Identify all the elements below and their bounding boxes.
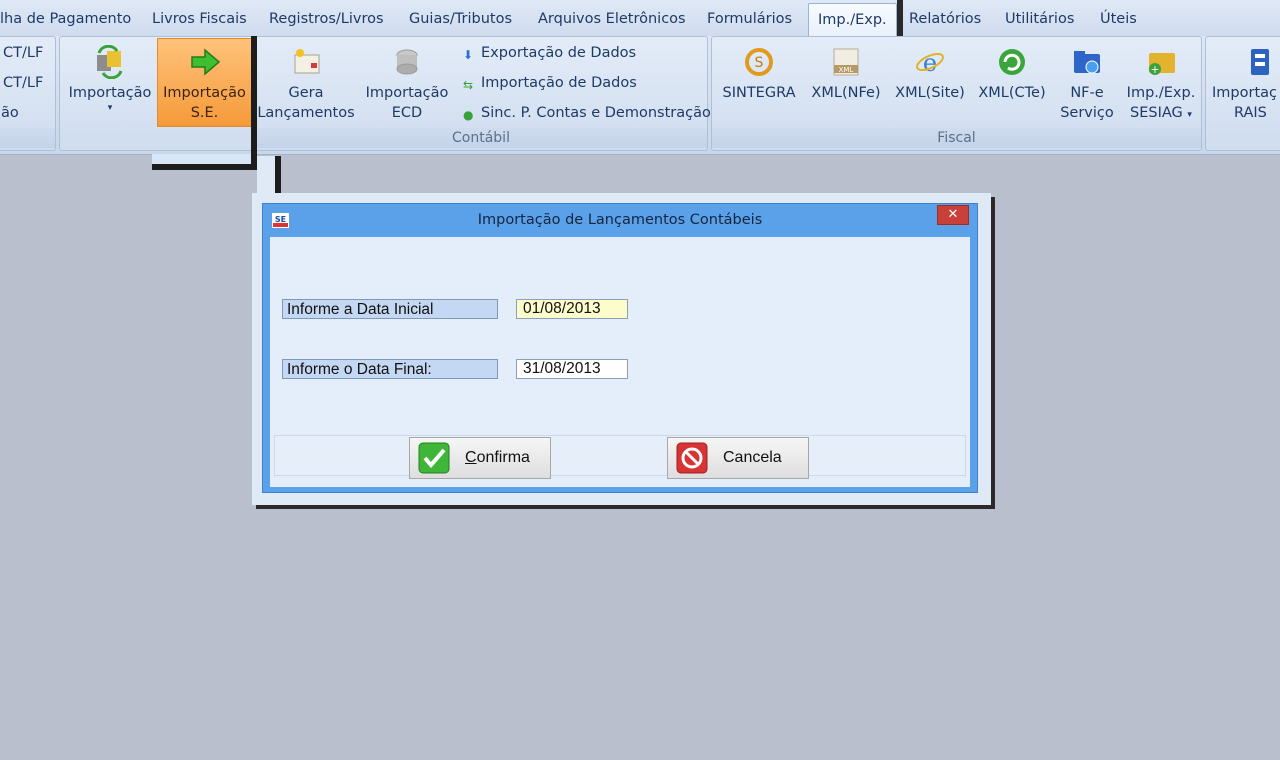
group-rais: Importaç RAIS <box>1205 36 1280 151</box>
importacao-se-label-1: Importação <box>163 85 246 101</box>
cancela-button[interactable]: Cancela <box>667 437 809 479</box>
sintegra-label: SINTEGRA <box>722 85 796 101</box>
tab-imp-exp[interactable]: Imp./Exp. <box>808 3 897 36</box>
rais-label-2: RAIS <box>1234 105 1267 121</box>
tab-folha-pagamento[interactable]: lha de Pagamento <box>0 4 131 34</box>
rais-book-icon <box>1251 49 1269 75</box>
document-stamp-icon <box>294 49 320 74</box>
refresh-green-icon <box>999 49 1025 75</box>
group-partial-left: CT/LF CT/LF ão <box>0 36 56 151</box>
sesiag-label-2: SESIAG <box>1130 105 1183 121</box>
xml-file-icon: XML <box>833 48 859 76</box>
tab-arquivos-eletronicos[interactable]: Arquivos Eletrônicos <box>538 4 686 34</box>
dialog-body: Informe a Data Inicial 01/08/2013 Inform… <box>270 237 970 487</box>
group-label-empty <box>0 128 55 148</box>
browser-e-icon: e <box>916 49 944 77</box>
label-data-inicial: Informe a Data Inicial <box>282 299 498 319</box>
ecd-label-1: Importação <box>365 85 449 101</box>
dialog-close-button[interactable]: ✕ <box>937 205 969 225</box>
tab-formularios[interactable]: Formulários <box>707 4 792 34</box>
exportacao-dados-button[interactable]: ⬇ Exportação de Dados <box>463 43 636 63</box>
label-data-final: Informe o Data Final: <box>282 359 498 379</box>
confirma-label: Confirma <box>465 449 530 466</box>
nfe-label-2: Serviço <box>1060 105 1114 121</box>
xml-nfe-label: XML(NFe) <box>811 85 881 101</box>
arrow-down-icon: ⬇ <box>463 48 474 62</box>
sesiag-label-1: Imp./Exp. <box>1126 85 1196 101</box>
checkmark-icon <box>418 442 450 474</box>
rais-label-1: Importaç <box>1212 85 1277 101</box>
data-final-input[interactable]: 31/08/2013 <box>516 359 628 379</box>
cancel-icon <box>676 442 708 474</box>
dialog-button-bar: Confirma Cancela <box>274 435 966 479</box>
folder-globe-icon <box>1074 51 1100 74</box>
sync-icon: ● <box>463 108 474 122</box>
highlight-callout-connector <box>257 156 281 194</box>
import-puzzle-icon <box>97 45 123 79</box>
tab-utilitarios[interactable]: Utilitários <box>1005 4 1074 34</box>
cancela-label: Cancela <box>723 449 782 466</box>
tab-relatorios[interactable]: Relatórios <box>909 4 981 34</box>
ribbon-item-ct-lf-1[interactable]: CT/LF <box>3 43 43 63</box>
gera-label-2: Lançamentos <box>257 105 355 121</box>
ribbon-item-partial[interactable]: ão <box>1 103 19 123</box>
folder-add-icon: + <box>1149 53 1175 76</box>
group-label-contabil: Contábil <box>255 128 707 148</box>
importacao-ecd-button[interactable]: Importação ECD <box>359 39 455 123</box>
xml-site-label: XML(Site) <box>895 85 965 101</box>
sintegra-icon: S <box>745 48 773 76</box>
import-data-icon: ⇆ <box>463 78 474 92</box>
xml-site-button[interactable]: e XML(Site) <box>892 39 968 103</box>
svg-text:+: + <box>1150 63 1159 76</box>
group-label-fiscal: Fiscal <box>712 128 1201 148</box>
svg-text:S: S <box>755 55 764 71</box>
xml-cte-button[interactable]: XML(CTe) <box>974 39 1050 103</box>
gera-lancamentos-button[interactable]: Gera Lançamentos <box>257 39 355 123</box>
importacao-button[interactable]: Importação ▾ <box>68 39 152 127</box>
nfe-label-1: NF-e <box>1070 85 1104 101</box>
confirma-button[interactable]: Confirma <box>409 437 551 479</box>
tab-guias-tributos[interactable]: Guias/Tributos <box>409 4 512 34</box>
callout-shade <box>152 154 257 170</box>
imp-exp-sesiag-button[interactable]: + Imp./Exp. SESIAG ▾ <box>1122 39 1200 125</box>
tab-uteis[interactable]: Úteis <box>1100 4 1137 34</box>
importacao-label: Importação <box>68 85 152 101</box>
xml-icon-text: XML <box>839 66 854 74</box>
ribbon-item-ct-lf-2[interactable]: CT/LF <box>3 73 43 93</box>
importacao-dados-button[interactable]: ⇆ Importação de Dados <box>463 73 637 93</box>
nfe-servico-button[interactable]: NF-e Serviço <box>1056 39 1118 123</box>
ribbon-tab-bar: lha de Pagamento Livros Fiscais Registro… <box>0 0 1280 36</box>
sinc-contas-button[interactable]: ● Sinc. P. Contas e Demonstração <box>463 103 711 123</box>
group-contabil: Gera Lançamentos Importação ECD ⬇ Exporta… <box>255 36 711 151</box>
data-inicial-input[interactable]: 01/08/2013 <box>516 299 628 319</box>
importacao-se-label-2: S.E. <box>190 105 219 121</box>
chevron-down-icon: ▾ <box>107 103 113 113</box>
xml-cte-label: XML(CTe) <box>978 85 1046 101</box>
gera-label-1: Gera <box>288 85 324 101</box>
import-dialog: SE Importação de Lançamentos Contábeis ✕… <box>262 203 978 493</box>
xml-nfe-button[interactable]: XML XML(NFe) <box>804 39 888 103</box>
importacao-dados-label: Importação de Dados <box>481 75 637 91</box>
chevron-down-icon: ▾ <box>1187 110 1192 120</box>
ecd-label-2: ECD <box>391 105 423 121</box>
group-fiscal: S SINTEGRA XML XML(NFe) e XML(Site) XML(… <box>711 36 1202 151</box>
sintegra-button[interactable]: S SINTEGRA <box>718 39 800 103</box>
tab-livros-fiscais[interactable]: Livros Fiscais <box>152 4 247 34</box>
sinc-label: Sinc. P. Contas e Demonstração <box>481 105 711 121</box>
tab-registros-livros[interactable]: Registros/Livros <box>269 4 384 34</box>
ecd-database-icon <box>396 49 418 75</box>
importacao-se-button[interactable]: Importação S.E. <box>157 38 252 127</box>
exportacao-label: Exportação de Dados <box>481 45 637 61</box>
importacao-rais-button[interactable]: Importaç RAIS <box>1212 39 1280 123</box>
dialog-title: Importação de Lançamentos Contábeis <box>477 212 763 228</box>
arrow-right-green-icon <box>190 48 220 76</box>
